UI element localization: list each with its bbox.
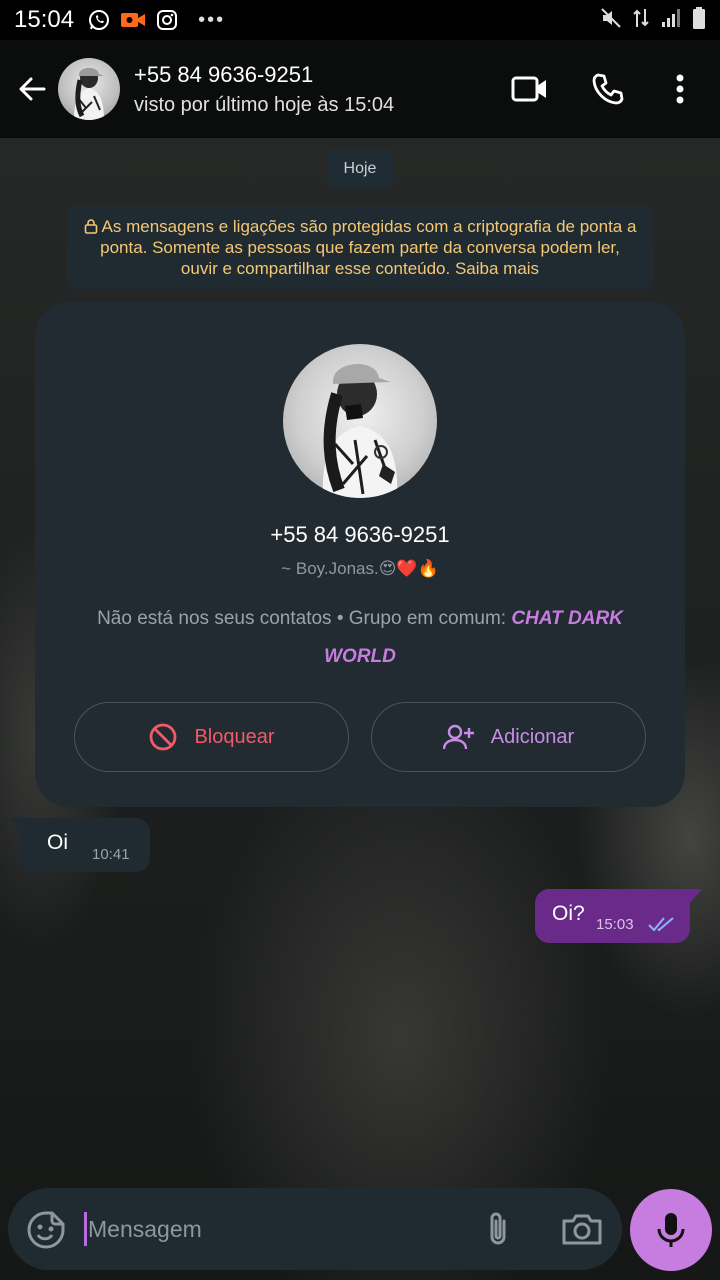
unknown-contact-card: +55 84 9636-9251 ~ Boy.Jonas.😍❤️🔥 Não es… — [35, 302, 685, 807]
encryption-notice-text: As mensagens e ligações são protegidas c… — [100, 217, 637, 278]
last-seen-status: visto por último hoje às 15:04 — [134, 93, 395, 116]
contact-profile-photo[interactable] — [283, 344, 437, 498]
voice-message-button[interactable] — [630, 1189, 712, 1271]
outgoing-message[interactable]: Oi? 15:03 — [535, 889, 690, 943]
contact-info[interactable]: +55 84 9636-9251 visto por último hoje à… — [134, 62, 394, 117]
sticker-button[interactable] — [26, 1210, 66, 1250]
card-description-text: Não está nos seus contatos • Grupo em co… — [97, 608, 512, 629]
video-call-icon — [511, 76, 546, 102]
read-ticks-icon — [647, 915, 677, 938]
lock-icon — [84, 219, 97, 234]
data-arrows-icon — [632, 7, 650, 34]
battery-icon — [692, 6, 706, 35]
signal-icon — [660, 7, 682, 34]
add-contact-button[interactable]: Adicionar — [371, 702, 646, 772]
instagram-icon — [154, 7, 180, 33]
arrow-left-icon — [19, 77, 46, 101]
message-text: Oi? — [552, 902, 585, 925]
message-time: 10:41 — [92, 846, 130, 863]
attach-button[interactable] — [478, 1209, 518, 1249]
card-description: Não está nos seus contatos • Grupo em co… — [75, 600, 645, 676]
message-input[interactable] — [88, 1208, 448, 1250]
camera-icon — [562, 1214, 602, 1245]
paperclip-icon — [490, 1212, 506, 1245]
incoming-message[interactable]: Oi 10:41 — [18, 818, 150, 872]
sticker-icon — [27, 1211, 65, 1249]
microphone-icon — [657, 1213, 685, 1247]
video-recorder-icon — [120, 7, 146, 33]
card-push-name: ~ Boy.Jonas.😍❤️🔥 — [281, 559, 439, 578]
back-button[interactable] — [10, 67, 54, 111]
phone-icon — [592, 73, 624, 105]
status-time: 15:04 — [14, 6, 75, 33]
encryption-notice[interactable]: As mensagens e ligações são protegidas c… — [67, 205, 653, 289]
card-phone-number: +55 84 9636-9251 — [270, 522, 450, 547]
text-caret — [84, 1212, 87, 1246]
message-text: Oi — [47, 831, 68, 854]
date-divider: Hoje — [327, 149, 393, 189]
mute-icon — [600, 7, 622, 34]
message-composer — [8, 1188, 622, 1270]
more-options-button[interactable] — [650, 59, 710, 119]
block-button[interactable]: Bloquear — [74, 702, 349, 772]
contact-avatar[interactable] — [58, 58, 120, 120]
add-button-label: Adicionar — [490, 725, 575, 748]
status-bar: 15:04 ••• — [0, 0, 720, 40]
camera-button[interactable] — [560, 1209, 604, 1249]
block-icon — [150, 723, 177, 751]
outgoing-bubble-tail — [690, 889, 702, 903]
contact-name: +55 84 9636-9251 — [134, 61, 314, 87]
voice-call-button[interactable] — [578, 59, 638, 119]
block-button-label: Bloquear — [194, 725, 275, 748]
video-call-button[interactable] — [500, 59, 560, 119]
more-vert-icon — [676, 74, 684, 104]
chat-header: +55 84 9636-9251 visto por último hoje à… — [0, 40, 720, 138]
message-time: 15:03 — [596, 916, 634, 933]
add-person-icon — [442, 724, 474, 750]
whatsapp-icon — [86, 7, 112, 33]
more-notifications-icon: ••• — [198, 8, 226, 31]
